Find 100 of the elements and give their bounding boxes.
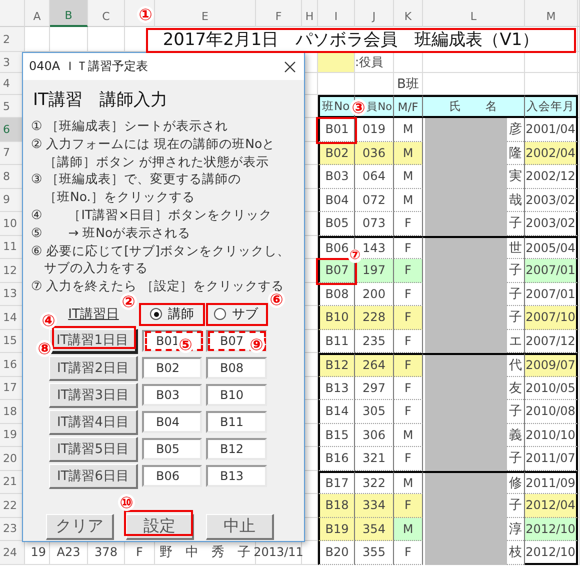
radio-icon[interactable] <box>214 308 226 320</box>
dialog-button[interactable]: 設定 <box>126 514 194 540</box>
table-cell: M <box>394 518 423 541</box>
sub-field[interactable]: B13 <box>206 465 267 488</box>
table-cell[interactable]: B03 <box>318 165 355 188</box>
table-cell[interactable]: B07 <box>318 259 355 282</box>
table-cell: M <box>394 165 423 188</box>
table-cell[interactable]: B17 <box>318 470 355 494</box>
instructor-field[interactable]: B03 <box>142 384 202 406</box>
table-cell[interactable]: B11 <box>318 330 355 353</box>
column-header[interactable]: M <box>525 0 578 27</box>
table-cell: F <box>394 494 423 518</box>
highlight-frame <box>139 303 205 326</box>
column-header[interactable]: J <box>355 0 394 27</box>
radio-option[interactable]: 講師 <box>142 305 202 324</box>
table-cell: F <box>394 306 423 330</box>
instruction-line: ③ ［班編成表］で、変更する講師の <box>31 170 242 188</box>
table-cell: 072 <box>355 188 394 212</box>
table-cell: 197 <box>355 259 394 282</box>
table-cell[interactable]: B20 <box>318 541 355 564</box>
table-cell[interactable]: B13 <box>318 376 355 400</box>
table-cell: F <box>394 236 423 259</box>
table-cell[interactable]: B14 <box>318 400 355 424</box>
table-cell: 322 <box>355 470 394 494</box>
table-cell: F <box>394 353 423 376</box>
table-cell[interactable]: B12 <box>318 353 355 376</box>
legend-label: :役員 <box>355 52 394 73</box>
window-title: 040A ＩＴ講習予定表 <box>29 58 148 75</box>
table-cell[interactable]: B16 <box>318 447 355 470</box>
table-cell: 228 <box>355 306 394 330</box>
column-heading: 入会年月 <box>525 95 578 118</box>
instruction-line: ［班No.］をクリックする <box>43 188 196 206</box>
sub-field[interactable]: B11 <box>206 411 267 434</box>
table-cell: F <box>394 282 423 306</box>
dialog-button[interactable]: 中止 <box>206 514 274 540</box>
table-cell: 306 <box>355 424 394 447</box>
column-header[interactable]: F <box>256 0 302 27</box>
table-cell: 2011/07 <box>525 447 578 470</box>
table-cell: 2001/04 <box>525 118 578 142</box>
table-cell: 200 <box>355 282 394 306</box>
table-cell: F <box>394 400 423 424</box>
corner-cell[interactable] <box>0 0 25 27</box>
column-heading: M/F <box>394 95 423 118</box>
table-cell[interactable]: B18 <box>318 494 355 518</box>
table-cell: 2011/09 <box>525 470 578 494</box>
table-cell[interactable]: B01 <box>318 118 355 142</box>
radio-option[interactable]: サブ <box>206 305 267 324</box>
day-button[interactable]: IT講習3日目 <box>49 382 138 408</box>
column-header[interactable]: E <box>155 0 256 27</box>
sub-field[interactable]: B10 <box>206 384 267 406</box>
sub-field[interactable]: B12 <box>206 438 267 460</box>
instruction-line: ⑥ 必要に応じて[サブ]ボタンをクリックし、 <box>31 242 291 260</box>
table-cell[interactable]: B05 <box>318 212 355 236</box>
radio-icon[interactable] <box>150 308 162 320</box>
sub-field[interactable]: B08 <box>206 357 267 380</box>
table-cell: 2009/07 <box>525 353 578 376</box>
legend-swatch <box>318 52 355 73</box>
table-cell: 2003/02 <box>525 212 578 236</box>
day-button[interactable]: IT講習6日目 <box>49 464 138 489</box>
table-cell: 036 <box>355 142 394 165</box>
row-header[interactable]: 2 <box>0 27 25 52</box>
empty-cell <box>394 52 423 73</box>
column-header[interactable]: C <box>88 0 125 27</box>
column-header[interactable]: L <box>423 0 525 27</box>
table-cell: M <box>394 470 423 494</box>
table-cell: M <box>394 424 423 447</box>
day-button[interactable]: IT講習4日目 <box>49 410 138 435</box>
instructor-field[interactable]: B05 <box>142 438 202 460</box>
table-cell[interactable]: B10 <box>318 306 355 330</box>
table-cell: F <box>394 259 423 282</box>
table-cell[interactable]: B15 <box>318 424 355 447</box>
table-cell[interactable]: B04 <box>318 188 355 212</box>
close-icon[interactable] <box>284 60 296 72</box>
table-cell: 枝 <box>507 541 524 564</box>
instructor-field[interactable]: B04 <box>142 411 202 434</box>
table-cell: 064 <box>355 165 394 188</box>
column-header[interactable]: H <box>302 0 318 27</box>
instructor-field[interactable]: B06 <box>142 465 202 488</box>
table-cell: 235 <box>355 330 394 353</box>
instruction-line: ② 入力フォームには 現在の講師の班Noと <box>31 134 276 153</box>
column-header[interactable]: A <box>25 0 50 27</box>
instructor-field[interactable]: B02 <box>142 357 202 380</box>
table-cell[interactable]: B19 <box>318 518 355 541</box>
dialog-button[interactable]: クリア <box>46 514 114 540</box>
column-header[interactable]: B <box>50 0 88 27</box>
row-header[interactable]: 24 <box>0 541 25 564</box>
table-cell: 2007/12 <box>525 330 578 353</box>
table-cell: 2003/02 <box>525 188 578 212</box>
table-cell: 2005/04 <box>525 236 578 259</box>
highlight-frame <box>124 510 193 536</box>
column-header[interactable]: I <box>318 0 355 27</box>
table-cell: 355 <box>355 541 394 564</box>
day-button[interactable]: IT講習2日目 <box>49 356 138 381</box>
table-cell: F <box>394 447 423 470</box>
column-header[interactable]: K <box>394 0 423 27</box>
column-heading: 氏 名 <box>423 95 525 118</box>
table-cell: 2010/10 <box>525 424 578 447</box>
table-cell: 305 <box>355 400 394 424</box>
day-button[interactable]: IT講習5日目 <box>49 436 138 462</box>
table-cell: 297 <box>355 376 394 400</box>
